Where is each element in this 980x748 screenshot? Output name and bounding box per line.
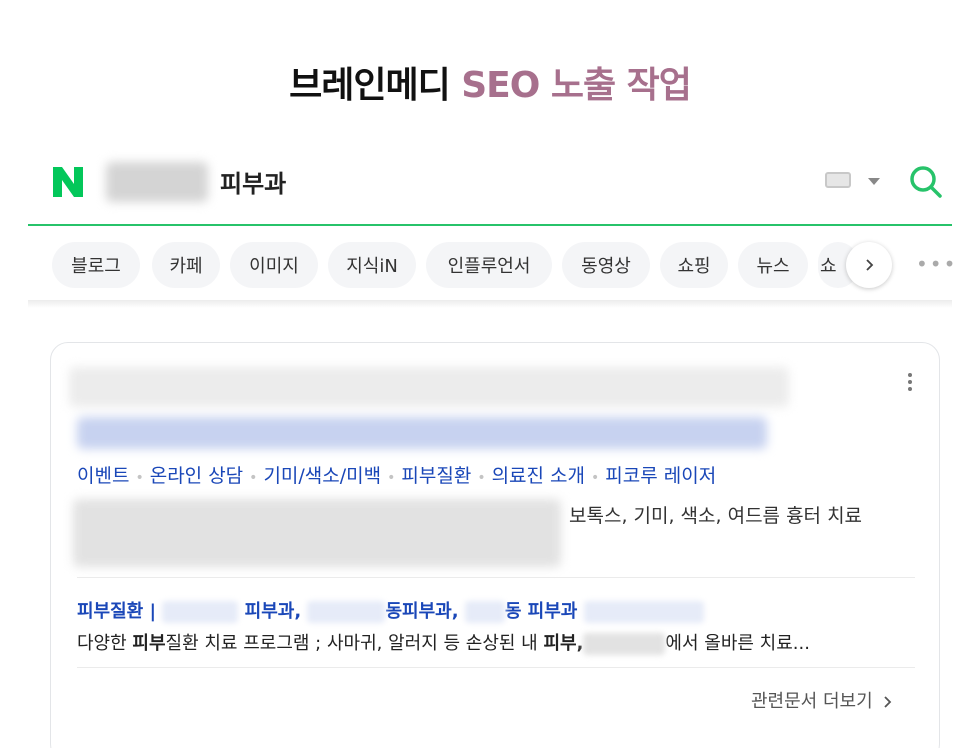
blurred-text (583, 633, 666, 655)
more-icon[interactable]: ••• (916, 252, 955, 276)
divider (28, 300, 952, 308)
tab-kin[interactable]: 지식iN (328, 242, 416, 288)
divider (77, 667, 915, 668)
bullet-separator: • (249, 470, 258, 486)
query-blurred (106, 162, 208, 202)
sitelink[interactable]: 의료진 소개 (492, 465, 585, 487)
more-docs-label: 관련문서 더보기 (751, 691, 873, 712)
result-card: 이벤트 • 온라인 상담 • 기미/색소/미백 • 피부질환 • 의료진 소개 • 피코루 레이저 … (50, 342, 940, 748)
filter-tabs: 블로그 카페 이미지 지식iN 인플루언서 동영상 쇼핑 뉴스 쇼 ••• (52, 240, 955, 290)
bullet-separator: • (387, 470, 396, 486)
sitelink[interactable]: 피부질환 (401, 465, 471, 487)
result-description: 보톡스, 기미, 색소, 여드름 흉터 치료 (569, 505, 863, 527)
tab-video[interactable]: 동영상 (562, 242, 650, 288)
description-blurred (73, 499, 561, 567)
more-docs-link[interactable]: 관련문서 더보기 (751, 687, 894, 713)
tab-shopping[interactable]: 쇼핑 (660, 242, 728, 288)
naver-logo[interactable] (50, 164, 86, 200)
site-info-blurred (69, 367, 789, 407)
search-icon[interactable] (908, 164, 944, 200)
tab-cafe[interactable]: 카페 (152, 242, 220, 288)
kebab-menu-icon[interactable] (905, 373, 915, 395)
tab-influencer[interactable]: 인플루언서 (426, 242, 552, 288)
desc-text: 다양한 (77, 633, 133, 654)
blurred-text (583, 601, 704, 623)
sitelink[interactable]: 온라인 상담 (150, 465, 243, 487)
desc-highlight: 피부, (543, 633, 584, 654)
chevron-right-icon (866, 259, 874, 271)
chevron-right-icon (884, 696, 892, 708)
related-title-part: 동 피부과 (504, 601, 578, 622)
divider (77, 577, 915, 578)
keyboard-icon[interactable] (825, 172, 851, 188)
bullet-separator: • (135, 470, 144, 486)
tab-news[interactable]: 뉴스 (738, 242, 808, 288)
dropdown-icon[interactable] (868, 178, 880, 185)
tabs-next-button[interactable] (846, 242, 892, 288)
tab-blog[interactable]: 블로그 (52, 242, 140, 288)
search-bar: 피부과 (28, 150, 952, 226)
bullet-separator: • (591, 470, 600, 486)
related-title-part: 피부질환 | (77, 601, 157, 622)
blurred-text (464, 601, 505, 623)
bullet-separator: • (477, 470, 486, 486)
related-doc-title[interactable]: 피부질환 | 피부과, 동피부과, 동 피부과 (77, 597, 704, 623)
related-doc-description: 다양한 피부질환 치료 프로그램 ; 사마귀, 알러지 등 손상된 내 피부, 에… (77, 629, 810, 655)
desc-text: 질환 치료 프로그램 ; 사마귀, 알러지 등 손상된 내 (165, 633, 544, 654)
headline-accent: SEO 노출 작업 (461, 65, 692, 106)
search-input[interactable]: 피부과 (220, 164, 286, 199)
related-title-part: 동피부과, (385, 601, 459, 622)
sitelinks: 이벤트 • 온라인 상담 • 기미/색소/미백 • 피부질환 • 의료진 소개 • 피코루 레이저 (77, 461, 716, 488)
headline: 브레인메디 SEO 노출 작업 (0, 56, 980, 108)
desc-text: 에서 올바른 치료... (665, 633, 810, 654)
sitelink[interactable]: 기미/색소/미백 (263, 465, 381, 487)
result-title-blurred[interactable] (77, 417, 767, 449)
tab-image[interactable]: 이미지 (230, 242, 318, 288)
headline-prefix: 브레인메디 (289, 65, 462, 106)
blurred-text (162, 601, 239, 623)
blurred-text (307, 601, 386, 623)
related-title-part: 피부과, (244, 601, 302, 622)
sitelink[interactable]: 피코루 레이저 (605, 465, 716, 487)
desc-highlight: 피부 (132, 633, 166, 654)
sitelink[interactable]: 이벤트 (77, 465, 129, 487)
